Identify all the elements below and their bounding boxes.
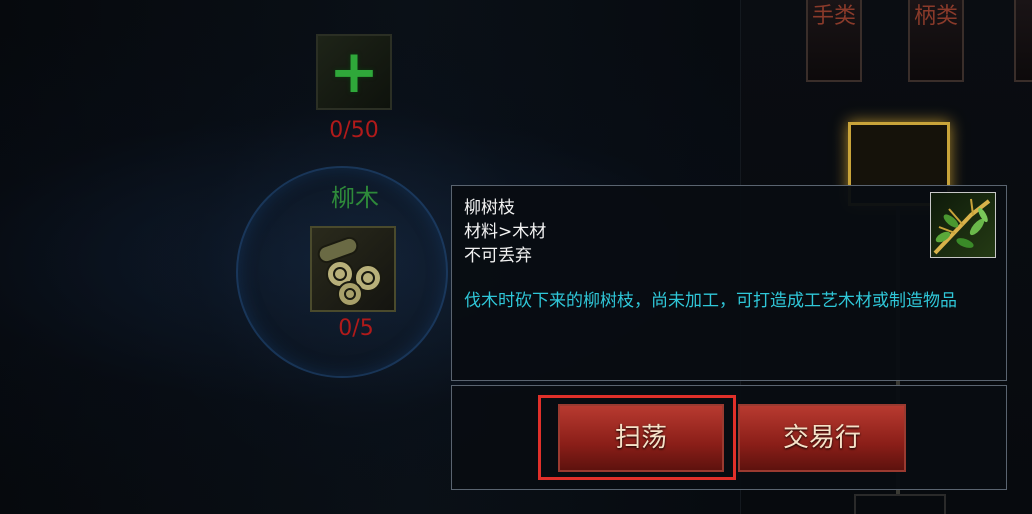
tab-handle-type[interactable]: 柄类 — [908, 0, 964, 82]
item-flag: 不可丢弃 — [464, 246, 532, 266]
item-description: 伐木时砍下来的柳树枝，尚未加工，可打造成工艺木材或制造物品 — [464, 291, 957, 311]
highlight-annotation — [538, 395, 736, 480]
tab-label: 手类 — [811, 4, 856, 29]
add-material-slot[interactable]: + — [316, 34, 392, 110]
material-name: 柳木 — [331, 184, 379, 212]
item-name: 柳树枝 — [464, 198, 515, 218]
wood-material-slot[interactable] — [310, 226, 396, 312]
material-count: 0/5 — [338, 316, 374, 341]
trade-button[interactable]: 交易行 — [738, 404, 906, 472]
wood-logs-icon — [317, 236, 382, 307]
item-tooltip: 柳树枝 材料>木材 不可丢弃 伐木时砍下来的柳树枝，尚未加工，可打造成工艺木材或… — [451, 185, 1007, 381]
tab-extra[interactable] — [1014, 0, 1032, 82]
tab-hand-type[interactable]: 手类 — [806, 0, 862, 82]
item-category: 材料>木材 — [464, 222, 547, 242]
tab-label: 柄类 — [913, 4, 958, 29]
bottom-slot[interactable] — [854, 494, 946, 514]
add-slot-count: 0/50 — [329, 118, 379, 143]
plus-icon: + — [328, 37, 380, 107]
willow-branch-icon — [930, 192, 996, 258]
